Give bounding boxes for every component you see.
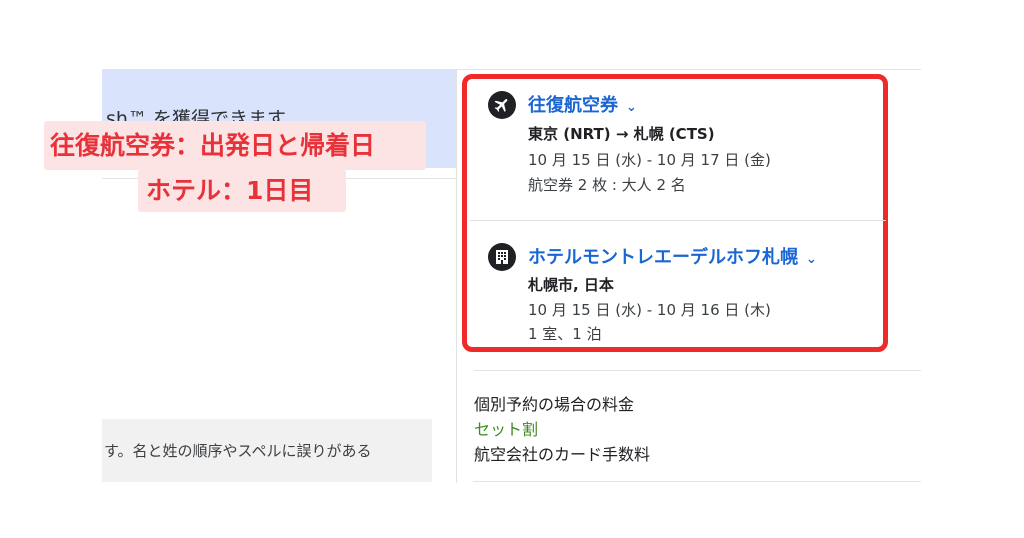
airplane-icon	[488, 91, 516, 119]
chevron-down-icon[interactable]: ⌄	[806, 252, 817, 267]
hotel-title-label[interactable]: ホテルモントレエーデルホフ札幌	[528, 247, 798, 268]
caption-line-2: ホテル：1日目	[138, 169, 346, 212]
pricing-bottom-rule	[473, 481, 921, 482]
card-fee-label: 航空会社のカード手数料	[474, 445, 651, 464]
flight-title[interactable]: 往復航空券 ⌄	[528, 91, 637, 117]
chevron-down-icon[interactable]: ⌄	[626, 100, 637, 115]
caption-line-1: 往復航空券：出発日と帰着日	[44, 121, 426, 170]
hotel-building-icon	[488, 243, 516, 271]
item-separator	[470, 220, 886, 221]
flight-tickets: 航空券 2 枚 : 大人 2 名	[528, 176, 686, 194]
separate-booking-price-label: 個別予約の場合の料金	[474, 395, 635, 414]
pricing-top-rule	[474, 370, 921, 371]
bundle-discount-label: セット割	[474, 420, 539, 439]
flight-dates: 10 月 15 日 (水) - 10 月 17 日 (金)	[528, 151, 771, 169]
hotel-title[interactable]: ホテルモントレエーデルホフ札幌 ⌄	[528, 243, 817, 269]
summary-top-rule	[457, 69, 921, 70]
hotel-location: 札幌市, 日本	[528, 276, 614, 294]
flight-route: 東京 (NRT) → 札幌 (CTS)	[528, 125, 715, 143]
name-notice-text: す。名と姓の順序やスペルに誤りがある	[104, 442, 372, 460]
hotel-dates: 10 月 15 日 (水) - 10 月 16 日 (木)	[528, 301, 771, 319]
flight-title-label[interactable]: 往復航空券	[528, 95, 618, 116]
hotel-rooms: 1 室、1 泊	[528, 325, 602, 343]
column-divider	[456, 69, 457, 483]
